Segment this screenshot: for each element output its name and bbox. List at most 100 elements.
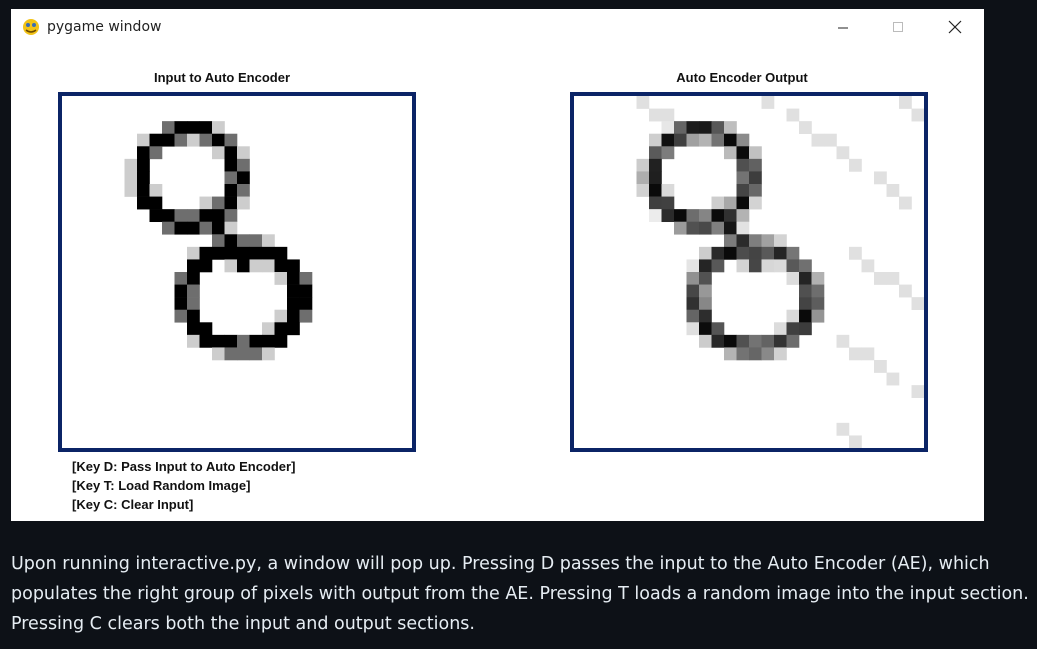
pixel-cell[interactable] xyxy=(249,246,263,260)
pixel-cell[interactable] xyxy=(199,221,213,235)
pixel-cell[interactable] xyxy=(237,184,250,197)
pixel-cell[interactable] xyxy=(199,246,213,260)
pixel-cell[interactable] xyxy=(224,184,238,197)
pixel-cell[interactable] xyxy=(249,334,263,348)
pixel-cell[interactable] xyxy=(224,246,238,260)
pixel-cell[interactable] xyxy=(124,184,138,197)
pixel-cell[interactable] xyxy=(299,284,313,298)
pixel-cell[interactable] xyxy=(212,146,225,160)
maximize-button[interactable] xyxy=(875,9,921,45)
close-button[interactable] xyxy=(932,9,978,45)
pixel-cell[interactable] xyxy=(174,121,188,135)
pixel-cell[interactable] xyxy=(187,309,200,323)
pixel-cell[interactable] xyxy=(149,146,163,160)
pixel-cell[interactable] xyxy=(212,196,225,210)
pixel-cell[interactable] xyxy=(199,121,213,135)
pixel-cell[interactable] xyxy=(224,334,238,348)
pixel-cell[interactable] xyxy=(224,259,238,273)
pixel-cell[interactable] xyxy=(237,196,250,210)
pixel-cell[interactable] xyxy=(274,259,288,273)
pixel-cell[interactable] xyxy=(237,234,250,248)
pixel-cell[interactable] xyxy=(149,209,163,223)
input-digit-canvas[interactable] xyxy=(62,96,412,448)
pixel-cell[interactable] xyxy=(137,184,150,197)
pixel-cell[interactable] xyxy=(137,133,150,147)
pixel-cell[interactable] xyxy=(149,184,163,197)
pixel-cell[interactable] xyxy=(212,133,225,147)
pixel-cell[interactable] xyxy=(212,234,225,248)
pixel-cell[interactable] xyxy=(137,196,150,210)
pixel-cell[interactable] xyxy=(174,284,188,298)
pixel-cell[interactable] xyxy=(187,272,200,285)
pixel-cell[interactable] xyxy=(162,121,175,135)
title-bar[interactable]: pygame window xyxy=(11,9,984,45)
pixel-cell[interactable] xyxy=(187,133,200,147)
pixel-cell[interactable] xyxy=(237,334,250,348)
pixel-cell[interactable] xyxy=(249,347,263,361)
pixel-cell[interactable] xyxy=(237,146,250,160)
pixel-cell[interactable] xyxy=(212,121,225,135)
pixel-cell[interactable] xyxy=(274,246,288,260)
pixel-cell[interactable] xyxy=(224,347,238,361)
pixel-cell[interactable] xyxy=(237,347,250,361)
pixel-cell[interactable] xyxy=(224,196,238,210)
pixel-cell[interactable] xyxy=(187,259,200,273)
pixel-cell[interactable] xyxy=(149,196,163,210)
pixel-cell[interactable] xyxy=(224,221,238,235)
pixel-cell[interactable] xyxy=(149,133,163,147)
pixel-cell[interactable] xyxy=(299,272,313,285)
pixel-cell[interactable] xyxy=(237,259,250,273)
pixel-cell[interactable] xyxy=(299,309,313,323)
pixel-cell[interactable] xyxy=(237,171,250,185)
pixel-cell[interactable] xyxy=(187,246,200,260)
pixel-cell[interactable] xyxy=(224,158,238,172)
pixel-cell[interactable] xyxy=(224,171,238,185)
pixel-cell[interactable] xyxy=(287,309,300,323)
pixel-cell[interactable] xyxy=(287,272,300,285)
pixel-cell[interactable] xyxy=(237,158,250,172)
pixel-cell[interactable] xyxy=(249,234,263,248)
pixel-cell[interactable] xyxy=(174,221,188,235)
pixel-cell[interactable] xyxy=(224,234,238,248)
pixel-cell[interactable] xyxy=(199,133,213,147)
pixel-cell[interactable] xyxy=(124,158,138,172)
pixel-cell[interactable] xyxy=(299,297,313,311)
pixel-cell[interactable] xyxy=(137,146,150,160)
pixel-cell[interactable] xyxy=(212,334,225,348)
pixel-cell[interactable] xyxy=(249,259,263,273)
pixel-cell[interactable] xyxy=(162,133,175,147)
pixel-cell[interactable] xyxy=(124,171,138,185)
pixel-cell[interactable] xyxy=(212,246,225,260)
pixel-cell[interactable] xyxy=(199,196,213,210)
pixel-cell[interactable] xyxy=(212,221,225,235)
pixel-cell[interactable] xyxy=(137,158,150,172)
pixel-cell[interactable] xyxy=(262,322,275,336)
pixel-cell[interactable] xyxy=(237,246,250,260)
pixel-cell[interactable] xyxy=(162,221,175,235)
pixel-cell[interactable] xyxy=(274,272,288,285)
pixel-cell[interactable] xyxy=(174,272,188,285)
pixel-cell[interactable] xyxy=(174,209,188,223)
pixel-cell[interactable] xyxy=(287,322,300,336)
pixel-cell[interactable] xyxy=(287,259,300,273)
pixel-cell[interactable] xyxy=(262,234,275,248)
pixel-cell[interactable] xyxy=(274,334,288,348)
pixel-cell[interactable] xyxy=(199,334,213,348)
pixel-cell[interactable] xyxy=(174,309,188,323)
pixel-cell[interactable] xyxy=(262,246,275,260)
pixel-cell[interactable] xyxy=(137,171,150,185)
pixel-cell[interactable] xyxy=(274,309,288,323)
pixel-cell[interactable] xyxy=(199,209,213,223)
pixel-cell[interactable] xyxy=(187,209,200,223)
pixel-cell[interactable] xyxy=(187,334,200,348)
pixel-cell[interactable] xyxy=(212,209,225,223)
minimize-button[interactable] xyxy=(820,9,866,45)
pixel-cell[interactable] xyxy=(262,259,275,273)
input-pixel-grid[interactable] xyxy=(58,92,416,452)
pixel-cell[interactable] xyxy=(287,284,300,298)
pixel-cell[interactable] xyxy=(224,146,238,160)
pixel-cell[interactable] xyxy=(287,297,300,311)
pixel-cell[interactable] xyxy=(187,322,200,336)
pixel-cell[interactable] xyxy=(224,209,238,223)
pixel-cell[interactable] xyxy=(262,334,275,348)
